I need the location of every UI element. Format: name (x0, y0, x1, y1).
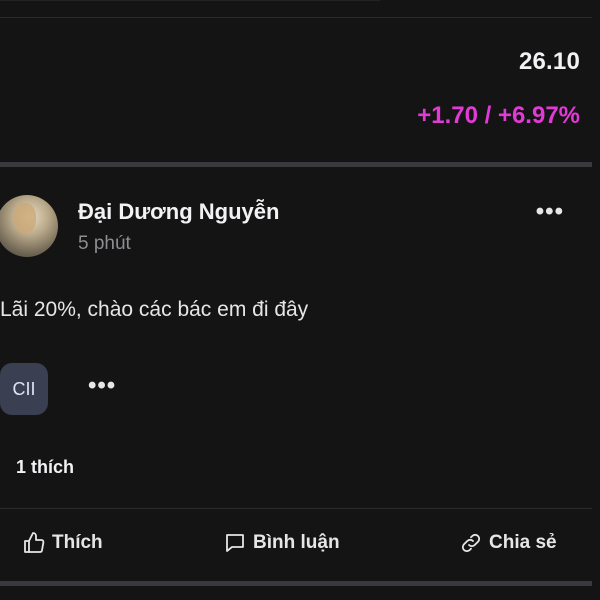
like-count[interactable]: 1 thích (16, 457, 74, 478)
avatar[interactable] (0, 195, 58, 257)
comment-icon (223, 531, 247, 555)
more-dots-icon[interactable]: ••• (88, 372, 116, 400)
link-icon (459, 531, 483, 555)
share-button[interactable]: Chia sẻ (459, 531, 557, 555)
stock-price: 26.10 (518, 48, 580, 75)
like-button[interactable]: Thích (22, 531, 103, 555)
post-time: 5 phút (78, 233, 131, 254)
post-text: Lãi 20%, chào các bác em đi đây (0, 298, 309, 321)
ticker-chip[interactable]: CII (0, 363, 48, 415)
avatar-face (14, 203, 36, 233)
post-author[interactable]: Đại Dương Nguyễn (78, 199, 279, 225)
section-separator (0, 162, 592, 167)
share-label: Chia sẻ (489, 532, 557, 553)
divider (0, 0, 380, 1)
thumbs-up-icon (22, 531, 46, 555)
post-screen: 26.10 +1.70 / +6.97% Đại Dương Nguyễn 5 … (0, 0, 600, 600)
comment-button[interactable]: Bình luận (223, 531, 340, 555)
stock-change: +1.70 / +6.97% (417, 102, 580, 129)
section-separator (0, 581, 592, 586)
more-dots-icon[interactable]: ••• (536, 198, 564, 226)
divider (0, 508, 592, 509)
comment-label: Bình luận (253, 532, 340, 553)
divider (0, 17, 592, 18)
like-label: Thích (52, 532, 103, 553)
